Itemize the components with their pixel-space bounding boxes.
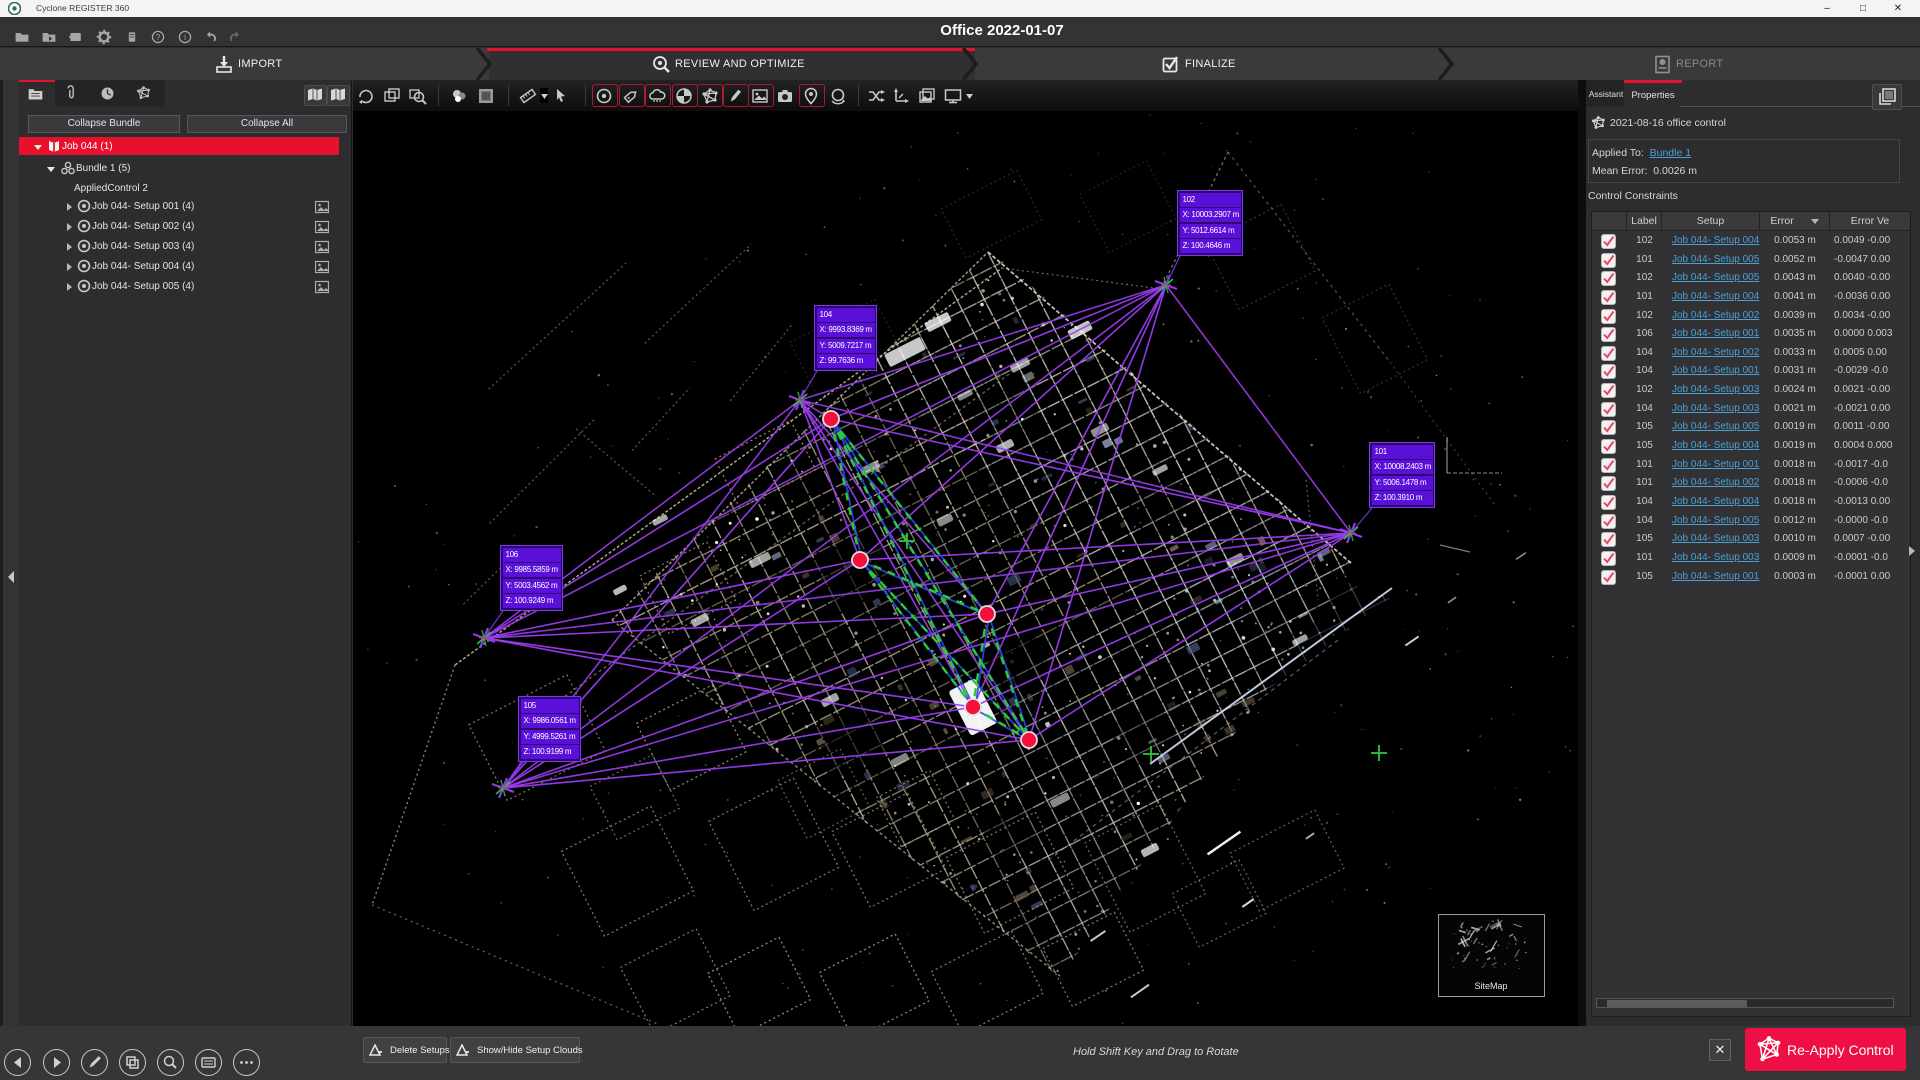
svg-text:SiteMap: SiteMap bbox=[1474, 981, 1507, 991]
